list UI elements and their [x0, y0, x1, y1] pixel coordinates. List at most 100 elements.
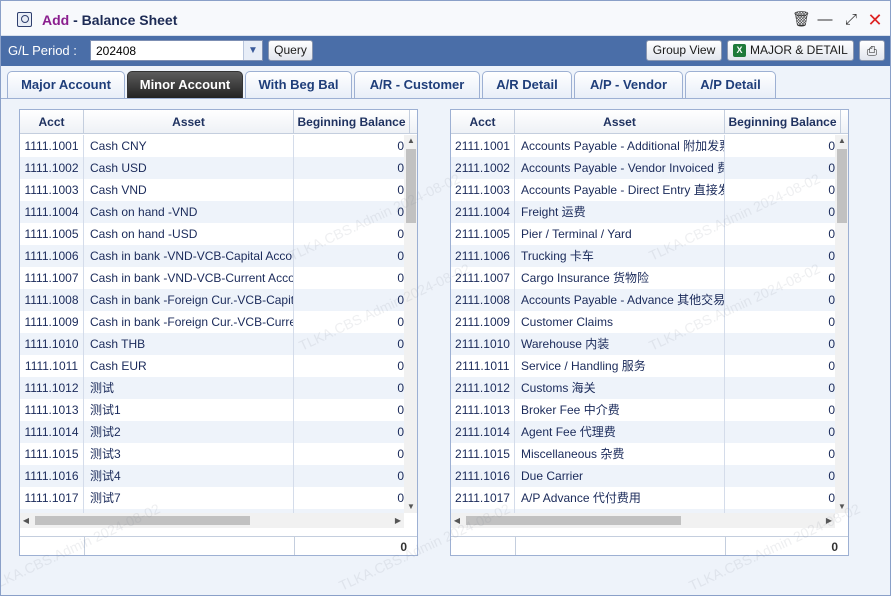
table-row[interactable]: 1111.1002 Cash USD 0	[20, 157, 404, 179]
table-row[interactable]: 1111.1014 测试2 0	[20, 421, 404, 443]
title-bar: Add - Balance Sheet 🗑 — ⤢ ✕	[1, 1, 890, 36]
query-button[interactable]: Query	[268, 40, 313, 61]
beginning-balance-cell: 0	[828, 139, 835, 153]
table-row[interactable]: 2111.1004 Freight 运费 0	[451, 201, 835, 223]
asset-cell: 测试	[84, 377, 294, 399]
trash-icon[interactable]: 🗑	[792, 11, 811, 29]
scroll-right-icon[interactable]: ▶	[392, 513, 404, 528]
beginning-balance-cell: 0	[397, 469, 404, 483]
column-header-acct[interactable]: Acct	[20, 110, 84, 134]
table-row[interactable]: 2111.1015 Miscellaneous 杂费 0	[451, 443, 835, 465]
tab-ar-customer[interactable]: A/R - Customer	[354, 71, 480, 98]
table-row[interactable]: 1111.1006 Cash in bank -VND-VCB-Capital A…	[20, 245, 404, 267]
table-row[interactable]: 2111.1009 Customer Claims 0	[451, 311, 835, 333]
horizontal-scrollbar[interactable]: ◀ ▶	[451, 513, 835, 528]
beginning-balance-cell: 0	[828, 403, 835, 417]
beginning-balance-cell: 0	[828, 293, 835, 307]
table-row[interactable]: 2111.1014 Agent Fee 代理费 0	[451, 421, 835, 443]
table-row[interactable]: 1111.1007 Cash in bank -VND-VCB-Current A…	[20, 267, 404, 289]
grid-footer: 0	[20, 536, 417, 555]
table-row[interactable]: 2111.1003 Accounts Payable - Direct Entry…	[451, 179, 835, 201]
table-row[interactable]: 1111.1009 Cash in bank -Foreign Cur.-VCB-…	[20, 311, 404, 333]
beginning-balance-cell: 0	[828, 315, 835, 329]
group-view-button[interactable]: Group View	[646, 40, 722, 61]
scroll-left-icon[interactable]: ◀	[451, 513, 463, 528]
table-row[interactable]: 1111.1001 Cash CNY 0	[20, 135, 404, 157]
table-row[interactable]: 2111.1007 Cargo Insurance 货物险 0	[451, 267, 835, 289]
table-row[interactable]: 1111.1015 测试3 0	[20, 443, 404, 465]
tab-with-beg-bal[interactable]: With Beg Bal	[245, 71, 352, 98]
column-header-acct[interactable]: Acct	[451, 110, 515, 134]
table-row[interactable]: 2111.1013 Broker Fee 中介费 0	[451, 399, 835, 421]
minimize-icon[interactable]: —	[816, 11, 834, 29]
window-title: Add - Balance Sheet	[42, 12, 177, 28]
acct-cell: 2111.1017	[451, 487, 515, 509]
table-row[interactable]: 1111.1013 测试1 0	[20, 399, 404, 421]
table-row[interactable]: 2111.1005 Pier / Terminal / Yard 0	[451, 223, 835, 245]
major-detail-button[interactable]: X MAJOR & DETAIL	[727, 40, 854, 61]
table-row[interactable]: 1111.1010 Cash THB 0	[20, 333, 404, 355]
tab-minor-account[interactable]: Minor Account	[127, 71, 243, 98]
scroll-thumb[interactable]	[35, 516, 250, 525]
column-header-beginning-balance[interactable]: Beginning Balance	[294, 110, 410, 134]
scroll-thumb[interactable]	[837, 149, 847, 223]
scroll-left-icon[interactable]: ◀	[20, 513, 32, 528]
column-header-asset[interactable]: Asset	[515, 110, 725, 134]
acct-cell: 2111.1014	[451, 421, 515, 443]
tab-ap-vendor[interactable]: A/P - Vendor	[574, 71, 683, 98]
table-row[interactable]: 2111.1011 Service / Handling 服务 0	[451, 355, 835, 377]
table-row[interactable]: 2111.1010 Warehouse 内装 0	[451, 333, 835, 355]
asset-cell: Cash USD	[84, 157, 294, 179]
table-row[interactable]: 2111.1002 Accounts Payable - Vendor Invoi…	[451, 157, 835, 179]
tab-ap-detail[interactable]: A/P Detail	[685, 71, 776, 98]
acct-cell: 2111.1008	[451, 289, 515, 311]
table-row[interactable]: 1111.1012 测试 0	[20, 377, 404, 399]
asset-cell: Cash VND	[84, 179, 294, 201]
table-row[interactable]: 2111.1016 Due Carrier 0	[451, 465, 835, 487]
column-header-beginning-balance[interactable]: Beginning Balance	[725, 110, 841, 134]
table-row[interactable]: 2111.1006 Trucking 卡车 0	[451, 245, 835, 267]
acct-cell: 2111.1013	[451, 399, 515, 421]
acct-cell: 2111.1005	[451, 223, 515, 245]
column-header-asset[interactable]: Asset	[84, 110, 294, 134]
asset-cell: Broker Fee 中介费	[515, 399, 725, 421]
close-icon[interactable]: ✕	[866, 11, 884, 29]
tab-ar-detail[interactable]: A/R Detail	[482, 71, 572, 98]
beginning-balance-cell: 0	[397, 381, 404, 395]
scroll-up-icon[interactable]: ▲	[404, 135, 417, 147]
asset-cell: 测试2	[84, 421, 294, 443]
asset-cell: Trucking 卡车	[515, 245, 725, 267]
table-row[interactable]: 2111.1017 A/P Advance 代付费用 0	[451, 487, 835, 509]
acct-cell: 2111.1015	[451, 443, 515, 465]
table-row[interactable]: 1111.1011 Cash EUR 0	[20, 355, 404, 377]
table-row[interactable]: 1111.1008 Cash in bank -Foreign Cur.-VCB-…	[20, 289, 404, 311]
maximize-icon[interactable]: ⤢	[842, 11, 860, 29]
gl-period-select[interactable]: 202408 ▼	[90, 40, 263, 61]
beginning-balance-cell: 0	[828, 359, 835, 373]
scroll-down-icon[interactable]: ▼	[835, 501, 848, 513]
asset-cell: Warehouse 内装	[515, 333, 725, 355]
table-row[interactable]: 2111.1008 Accounts Payable - Advance 其他交易…	[451, 289, 835, 311]
table-row[interactable]: 1111.1005 Cash on hand -USD 0	[20, 223, 404, 245]
chevron-down-icon[interactable]: ▼	[243, 41, 262, 60]
table-row[interactable]: 2111.1012 Customs 海关 0	[451, 377, 835, 399]
scroll-right-icon[interactable]: ▶	[823, 513, 835, 528]
table-row[interactable]: 1111.1017 测试7 0	[20, 487, 404, 509]
table-row[interactable]: 2111.1001 Accounts Payable - Additional 附…	[451, 135, 835, 157]
scroll-thumb[interactable]	[406, 149, 416, 223]
vertical-scrollbar[interactable]: ▲ ▼	[404, 135, 417, 513]
print-button[interactable]: ⎙	[859, 40, 885, 61]
vertical-scrollbar[interactable]: ▲ ▼	[835, 135, 848, 513]
horizontal-scrollbar[interactable]: ◀ ▶	[20, 513, 404, 528]
toolbar: G/L Period : 202408 ▼ Query Group View X…	[1, 36, 890, 66]
scroll-down-icon[interactable]: ▼	[404, 501, 417, 513]
asset-cell: 测试4	[84, 465, 294, 487]
table-row[interactable]: 1111.1016 测试4 0	[20, 465, 404, 487]
acct-cell: 1111.1016	[20, 465, 84, 487]
scroll-up-icon[interactable]: ▲	[835, 135, 848, 147]
tab-major-account[interactable]: Major Account	[7, 71, 125, 98]
asset-cell: Cash EUR	[84, 355, 294, 377]
scroll-thumb[interactable]	[466, 516, 681, 525]
table-row[interactable]: 1111.1004 Cash on hand -VND 0	[20, 201, 404, 223]
table-row[interactable]: 1111.1003 Cash VND 0	[20, 179, 404, 201]
